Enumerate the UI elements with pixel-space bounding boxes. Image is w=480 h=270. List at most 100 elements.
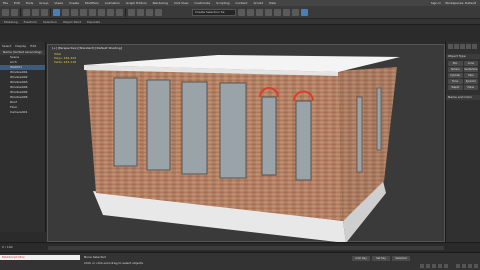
motion-tab-icon[interactable]	[466, 44, 471, 49]
cylinder-button[interactable]: Cylinder	[448, 73, 463, 78]
previous-frame-icon[interactable]	[426, 264, 430, 268]
zoom-icon[interactable]	[456, 264, 460, 268]
tube-button[interactable]: Tube	[463, 73, 478, 78]
orbit-icon[interactable]	[462, 264, 466, 268]
arched-window-1[interactable]	[261, 96, 277, 176]
scale-icon[interactable]	[107, 8, 114, 16]
scene-explorer: Select Display Edit Name (Sorted Ascendi…	[0, 42, 46, 232]
building-model[interactable]	[48, 45, 446, 243]
menu-rendering[interactable]: Rendering	[150, 1, 171, 5]
explorer-tab-edit[interactable]: Edit	[30, 44, 36, 48]
selection-region-icon[interactable]	[71, 8, 78, 16]
render-icon[interactable]	[301, 8, 308, 16]
menu-help[interactable]: Help	[266, 1, 279, 5]
rotate-icon[interactable]	[98, 8, 105, 16]
layer-explorer-icon[interactable]	[256, 8, 263, 16]
menu-customize[interactable]: Customize	[191, 1, 213, 5]
side-window-2[interactable]	[376, 87, 382, 151]
ribbon-tab-freeform[interactable]: Freeform	[24, 20, 37, 24]
window-crossing-icon[interactable]	[80, 8, 87, 16]
plane-button[interactable]: Plane	[463, 85, 478, 90]
explorer-tab-select[interactable]: Select	[2, 44, 11, 48]
hierarchy-tab-icon[interactable]	[460, 44, 465, 49]
selection-status: None Selected	[84, 255, 106, 259]
prompt-line: Click or click-and-drag to select object…	[84, 261, 144, 265]
placement-icon[interactable]	[116, 8, 123, 16]
sign-in-button[interactable]: Sign In	[431, 1, 441, 5]
explorer-column-header[interactable]: Name (Sorted Ascending)	[0, 50, 45, 55]
menu-modifiers[interactable]: Modifiers	[82, 1, 102, 5]
tall-window-4[interactable]	[219, 82, 247, 179]
go-to-end-icon[interactable]	[444, 264, 448, 268]
menu-arnold[interactable]: Arnold	[250, 1, 266, 5]
tall-window-1[interactable]	[113, 77, 138, 167]
menu-civil-view[interactable]: Civil View	[171, 1, 191, 5]
curve-editor-icon[interactable]	[265, 8, 272, 16]
angle-snap-icon[interactable]	[137, 8, 144, 16]
menu-graph-editors[interactable]: Graph Editors	[123, 1, 150, 5]
tall-window-3[interactable]	[181, 81, 208, 175]
play-icon[interactable]	[432, 264, 436, 268]
pyramid-button[interactable]: Pyramid	[463, 79, 478, 84]
torus-button[interactable]: Torus	[448, 79, 463, 84]
percent-snap-icon[interactable]	[146, 8, 153, 16]
explorer-tab-display[interactable]: Display	[15, 44, 26, 48]
menu-tools[interactable]: Tools	[23, 1, 36, 5]
render-setup-icon[interactable]	[283, 8, 290, 16]
menu-create[interactable]: Create	[66, 1, 82, 5]
teapot-button[interactable]: Teapot	[448, 85, 463, 90]
menu-animation[interactable]: Animation	[102, 1, 123, 5]
ribbon-tab-object-paint[interactable]: Object Paint	[63, 20, 81, 24]
time-slider[interactable]	[48, 246, 444, 250]
undo-icon[interactable]	[2, 8, 9, 16]
move-icon[interactable]	[89, 8, 96, 16]
render-frame-icon[interactable]	[292, 8, 299, 16]
snap-toggle-icon[interactable]	[128, 8, 135, 16]
sphere-button[interactable]: Sphere	[448, 67, 463, 72]
toolbar-separator	[50, 7, 51, 17]
cone-button[interactable]: Cone	[463, 61, 478, 66]
menu-group[interactable]: Group	[36, 1, 51, 5]
timeline: 0 / 100	[0, 242, 480, 252]
material-editor-icon[interactable]	[274, 8, 281, 16]
menu-edit[interactable]: Edit	[11, 1, 23, 5]
box-button[interactable]: Box	[448, 61, 463, 66]
ribbon-tab-populate[interactable]: Populate	[87, 20, 100, 24]
modify-tab-icon[interactable]	[454, 44, 459, 49]
unlink-icon[interactable]	[32, 8, 39, 16]
display-tab-icon[interactable]	[472, 44, 477, 49]
status-bar: MAXScript Mini None Selected Click or cl…	[0, 252, 480, 270]
workspace-dropdown[interactable]: Workspaces: Default	[445, 1, 476, 5]
menu-content[interactable]: Content	[233, 1, 251, 5]
tall-window-2[interactable]	[146, 79, 171, 171]
side-window-1[interactable]	[356, 96, 363, 173]
maximize-viewport-icon[interactable]	[474, 264, 478, 268]
explorer-row[interactable]: Camera001	[0, 110, 45, 115]
perspective-viewport[interactable]: [+] [Perspective] [Standard] [Default Sh…	[47, 44, 446, 243]
menu-views[interactable]: Views	[51, 1, 66, 5]
maxscript-listener[interactable]: MAXScript Mini	[0, 255, 80, 260]
set-key-button[interactable]: Set Key	[372, 256, 390, 261]
next-frame-icon[interactable]	[438, 264, 442, 268]
align-icon[interactable]	[247, 8, 254, 16]
name-and-color-rollout[interactable]: Name and Color	[446, 95, 480, 100]
menu-scripting[interactable]: Scripting	[213, 1, 232, 5]
spinner-snap-icon[interactable]	[155, 8, 162, 16]
selection-set-dropdown[interactable]: Create Selection Se	[192, 8, 236, 16]
create-tab-icon[interactable]	[448, 44, 453, 49]
ribbon-tab-selection[interactable]: Selection	[43, 20, 57, 24]
mirror-icon[interactable]	[238, 8, 245, 16]
ribbon-tab-modeling[interactable]: Modeling	[4, 20, 18, 24]
auto-key-button[interactable]: Auto Key	[352, 256, 370, 261]
menu-file[interactable]: File	[0, 1, 11, 5]
bind-space-warp-icon[interactable]	[41, 8, 48, 16]
pan-icon[interactable]	[468, 264, 472, 268]
redo-icon[interactable]	[11, 8, 18, 16]
select-by-name-icon[interactable]	[62, 8, 69, 16]
geosphere-button[interactable]: GeoSphere	[463, 67, 478, 72]
link-icon[interactable]	[23, 8, 30, 16]
go-to-start-icon[interactable]	[420, 264, 424, 268]
key-filter-dropdown[interactable]: Selected	[392, 256, 410, 261]
arched-window-2[interactable]	[295, 100, 312, 181]
select-object-icon[interactable]	[53, 8, 60, 16]
